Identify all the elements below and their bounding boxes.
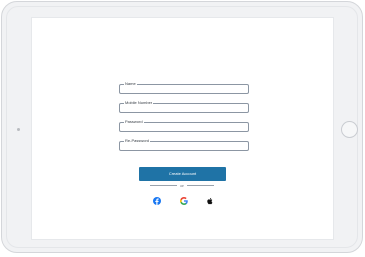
google-login-button[interactable] — [180, 197, 188, 205]
re-password-input[interactable] — [122, 143, 246, 149]
mobile-number-field[interactable]: Mobile Number — [119, 100, 249, 113]
divider-line-left — [150, 185, 177, 186]
or-divider: or — [150, 183, 214, 188]
tablet-screen: Name Mobile Number Password Re-Password … — [31, 17, 334, 240]
re-password-field[interactable]: Re-Password — [119, 138, 249, 151]
front-camera — [17, 128, 20, 131]
password-input[interactable] — [122, 124, 246, 130]
or-text: or — [180, 183, 184, 188]
apple-login-button[interactable] — [206, 197, 214, 205]
name-field[interactable]: Name — [119, 81, 249, 94]
mobile-number-input[interactable] — [122, 105, 246, 111]
apple-icon — [207, 197, 213, 205]
password-field[interactable]: Password — [119, 119, 249, 132]
home-button[interactable] — [341, 121, 358, 138]
create-account-button[interactable]: Create Account — [139, 167, 226, 181]
name-input[interactable] — [122, 86, 246, 92]
divider-line-right — [187, 185, 214, 186]
google-icon — [180, 197, 188, 205]
signup-form: Name Mobile Number Password Re-Password — [119, 81, 249, 160]
facebook-icon — [153, 197, 161, 205]
facebook-login-button[interactable] — [153, 197, 161, 205]
